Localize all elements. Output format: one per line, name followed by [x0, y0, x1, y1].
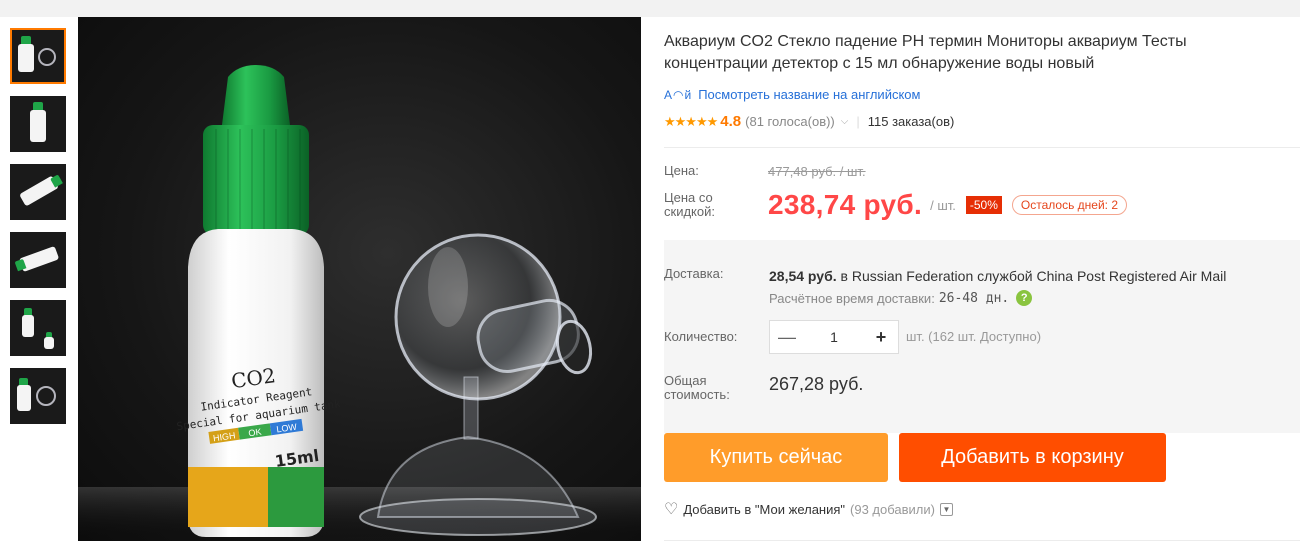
- thumbnail-2[interactable]: [10, 96, 66, 152]
- thumbnail-4[interactable]: [10, 232, 66, 288]
- price-unit: / шт.: [930, 197, 956, 213]
- shipping-estimate: Расчётное время доставки: 26-48 дн. ?: [769, 290, 1033, 306]
- price-label: Цена:: [664, 163, 699, 178]
- product-illustration: CO2 Indicator Reagent Special for aquari…: [78, 65, 641, 541]
- help-icon[interactable]: ?: [1016, 290, 1033, 306]
- thumbnail-5[interactable]: [10, 300, 66, 356]
- original-price: 477,48 руб. / шт.: [768, 164, 866, 179]
- wishlist-label: Добавить в "Мои желания": [683, 501, 846, 517]
- quantity-input[interactable]: 1: [804, 329, 864, 345]
- shipping-estimate-days: 26-48 дн.: [938, 290, 1010, 306]
- quantity-decrease-button[interactable]: —: [770, 327, 804, 348]
- heart-plus-icon: ♡: [664, 501, 679, 518]
- total-price: 267,28 руб.: [769, 374, 864, 394]
- quantity-stepper: — 1 +: [769, 320, 899, 354]
- quantity-label: Количество:: [664, 329, 738, 344]
- chevron-down-icon[interactable]: ⌵: [841, 116, 849, 127]
- orders-count: 115 заказа(ов): [867, 114, 955, 129]
- product-info-panel: Аквариум CO2 Стекло падение PH термин Мо…: [664, 17, 1300, 541]
- rating-stars: ★★★★★: [664, 113, 718, 129]
- shipping-text: в Russian Federation службой China Post …: [836, 268, 1227, 284]
- shipping-method[interactable]: 28,54 руб. в Russian Federation службой …: [769, 268, 1226, 284]
- add-to-wishlist-link[interactable]: ♡ Добавить в "Мои желания" (93 добавили)…: [664, 499, 953, 519]
- add-to-cart-button[interactable]: Добавить в корзину: [899, 433, 1166, 482]
- translate-link-text: Посмотреть название на английском: [698, 87, 921, 102]
- shipping-cost: 28,54 руб.: [769, 268, 837, 284]
- translate-icon: A◠й: [664, 87, 693, 102]
- discounted-price: 238,74 руб.: [768, 189, 923, 220]
- discounted-price-row: 238,74 руб. / шт. -50% Осталось дней: 2: [768, 189, 1128, 221]
- chevron-down-icon[interactable]: ▼: [939, 502, 953, 516]
- thumbnail-list: [10, 28, 66, 436]
- discount-badge: -50%: [965, 196, 1002, 214]
- divider: |: [856, 114, 860, 129]
- discount-price-label: Цена со скидкой:: [664, 190, 715, 219]
- buy-now-button[interactable]: Купить сейчас: [664, 433, 888, 482]
- thumbnail-6[interactable]: [10, 368, 66, 424]
- thumbnail-3[interactable]: [10, 164, 66, 220]
- product-title: Аквариум CO2 Стекло падение PH термин Мо…: [664, 33, 1187, 72]
- rating-votes[interactable]: (81 голоса(ов)): [745, 114, 835, 129]
- top-strip: [0, 0, 1300, 17]
- shipping-estimate-label: Расчётное время доставки:: [769, 290, 935, 306]
- thumbnail-1[interactable]: [10, 28, 66, 84]
- wishlist-count: (93 добавили): [850, 501, 935, 517]
- days-left-badge: Осталось дней: 2: [1011, 195, 1128, 215]
- rating-value: 4.8: [720, 113, 742, 130]
- rating-row: ★★★★★ 4.8 (81 голоса(ов)) ⌵ | 115 заказа…: [664, 113, 954, 130]
- main-product-image[interactable]: CO2 Indicator Reagent Special for aquari…: [78, 17, 641, 541]
- quantity-increase-button[interactable]: +: [864, 327, 898, 348]
- total-label: Общая стоимость:: [664, 373, 730, 402]
- translate-title-link[interactable]: A◠й Посмотреть название на английском: [664, 87, 920, 102]
- shipping-label: Доставка:: [664, 266, 724, 281]
- divider: [664, 147, 1300, 148]
- bottle-scale-ok: OK: [248, 427, 262, 439]
- quantity-available: шт. (162 шт. Доступно): [906, 329, 1042, 344]
